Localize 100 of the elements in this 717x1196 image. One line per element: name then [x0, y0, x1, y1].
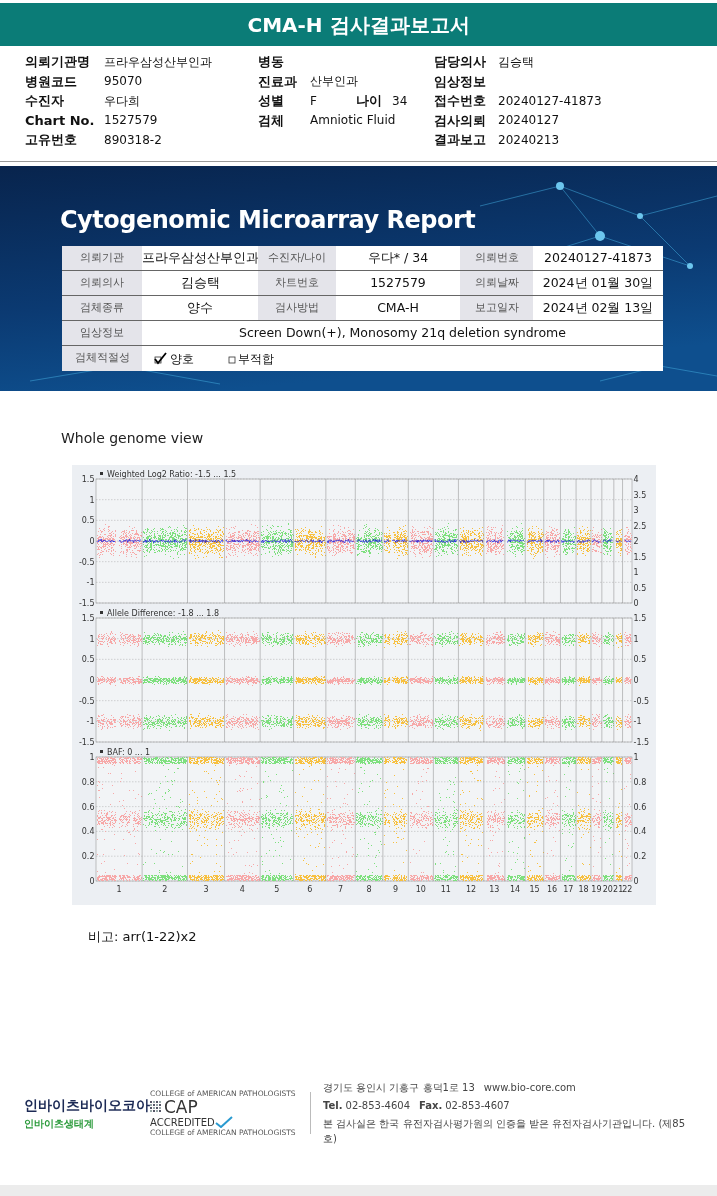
field-label: 병동	[258, 53, 285, 71]
chromosome-label: 10	[415, 885, 426, 894]
table-label-cell: 검체종류	[62, 296, 142, 320]
company-subtext: 인바이츠생태계	[24, 1117, 95, 1131]
axis-tick-label: 3	[633, 506, 639, 515]
axis-tick-label: -1	[86, 578, 95, 588]
table-label-cell: 수진자/나이	[258, 246, 336, 270]
field-label: 병원코드	[25, 72, 78, 91]
field-value: 프라우삼성산부인과	[104, 53, 212, 71]
cap-logo-text: CAP	[164, 1098, 198, 1116]
dot-grid-icon	[150, 1101, 162, 1113]
bullet-icon	[100, 472, 103, 475]
field-label: 성별	[258, 92, 285, 110]
table-label-cell: 의뢰날짜	[460, 271, 533, 295]
axis-tick-label: 1	[633, 753, 639, 762]
chromosome-label: 19	[591, 885, 602, 894]
chromosome-label: 5	[274, 885, 280, 894]
table-cell-text: 양수	[186, 298, 214, 317]
axis-tick-label: 1	[89, 753, 95, 762]
field-label: 검사의뢰	[434, 111, 487, 130]
axis-tick-label: 0	[89, 537, 95, 546]
certification-text: 본 검사실은 한국 유전자검사평가원의 인증을 받은 유전자검사기관입니다. (제85호)	[323, 1117, 687, 1146]
axis-tick-label: -1.5	[78, 599, 95, 608]
table-cell-text: Screen Down(+), Monosomy 21q deletion syndrome	[238, 323, 567, 342]
chromosome-label: 15	[529, 885, 540, 894]
panel-title: BAF: 0 ... 1	[107, 747, 151, 757]
panel-title: Allele Difference: -1.8 ... 1.8	[107, 608, 220, 618]
field-label: 접수번호	[434, 92, 487, 110]
axis-tick-label: 0.4	[81, 827, 95, 837]
axis-tick-label: -1.5	[633, 738, 650, 747]
chromosome-label: 3	[203, 885, 209, 894]
table-label-cell: 임상정보	[62, 321, 142, 345]
axis-tick-label: 0	[633, 599, 639, 608]
field-label: 검체	[258, 111, 285, 130]
axis-tick-label: 0.4	[633, 827, 647, 837]
chromosome-label: 16	[547, 885, 558, 894]
field-label: 고유번호	[25, 131, 78, 149]
axis-tick-label: 0.8	[81, 777, 95, 787]
axis-tick-label: 1	[633, 568, 639, 577]
field-value: 95070	[104, 73, 143, 91]
axis-tick-label: 0	[633, 676, 639, 685]
chromosome-label: 7	[338, 885, 344, 894]
field-label: 결과보고	[434, 131, 487, 149]
axis-tick-label: -0.5	[633, 696, 650, 706]
field-value: 1527579	[104, 112, 158, 130]
field-value: 김승택	[498, 53, 534, 71]
table-cell-text: 프라우삼성산부인과	[142, 248, 258, 267]
axis-tick-label: 0.5	[81, 516, 95, 526]
field-value: 20240127	[498, 112, 560, 130]
axis-tick-label: 0	[89, 877, 95, 886]
table-cell-text: 2024년 02월 13일	[541, 298, 655, 317]
axis-tick-label: 2	[633, 537, 639, 546]
chromosome-label: 12	[466, 885, 477, 894]
table-label-cell: 의뢰기관	[62, 246, 142, 270]
axis-tick-label: 1.5	[633, 552, 647, 562]
chromosome-label: 21	[613, 885, 624, 894]
table-cell-text: 1527579	[369, 273, 427, 292]
remark-text: 비고: arr(1-22)x2	[88, 928, 198, 946]
field-value: 20240127-41873	[498, 92, 602, 110]
website-link[interactable]: www.bio-core.com	[483, 1080, 576, 1095]
table-cell-text: 김승택	[179, 273, 221, 292]
bullet-icon	[100, 750, 103, 753]
field-label: 수진자	[25, 92, 65, 110]
chromosome-label: 9	[393, 885, 399, 894]
axis-tick-label: 0.5	[633, 655, 647, 665]
field-value: 우다희	[104, 92, 140, 110]
chromosome-label: 20	[602, 885, 613, 894]
field-label: 진료과	[258, 72, 298, 91]
field-value: 890318-2	[104, 131, 162, 149]
report-title: CMA-H 검사결과보고서	[0, 3, 717, 46]
axis-tick-label: 1.5	[633, 614, 647, 623]
field-value: 34	[392, 92, 408, 110]
axis-tick-label: -1	[633, 717, 642, 727]
chromosome-label: 22	[622, 885, 633, 894]
table-cell-text: 20240127-41873	[543, 248, 653, 267]
field-value: Amniotic Fluid	[310, 112, 396, 130]
chromosome-label: 1	[116, 885, 122, 894]
address-text: 경기도 용인시 기흥구 흥덕1로 13	[323, 1081, 475, 1095]
axis-tick-label: 0.5	[81, 655, 95, 665]
chromosome-label: 17	[563, 885, 574, 894]
axis-tick-label: 1.5	[81, 614, 95, 623]
axis-tick-label: 3.5	[633, 490, 647, 500]
field-value: F	[310, 92, 318, 110]
chromosome-label: 4	[239, 885, 245, 894]
field-value: 20240213	[498, 131, 560, 149]
axis-tick-label: 0.2	[81, 852, 95, 862]
field-label: Chart No.	[25, 111, 96, 130]
chromosome-label: 6	[307, 885, 313, 894]
report-heading: Cytogenomic Microarray Report	[60, 205, 477, 236]
axis-tick-label: 0	[89, 676, 95, 685]
axis-tick-label: 0.2	[633, 852, 647, 862]
axis-tick-label: 0.6	[81, 802, 95, 812]
axis-tick-label: 0.8	[633, 777, 647, 787]
company-logo-text: 인바이츠바이오코아	[24, 1096, 150, 1115]
chromosome-label: 11	[440, 885, 451, 894]
axis-tick-label: 0	[633, 877, 639, 886]
field-label: 의뢰기관명	[25, 53, 91, 71]
phone-label: Tel.	[323, 1099, 343, 1113]
table-cell-text: 2024년 01월 30일	[541, 273, 655, 292]
chromosome-label: 18	[578, 885, 589, 894]
